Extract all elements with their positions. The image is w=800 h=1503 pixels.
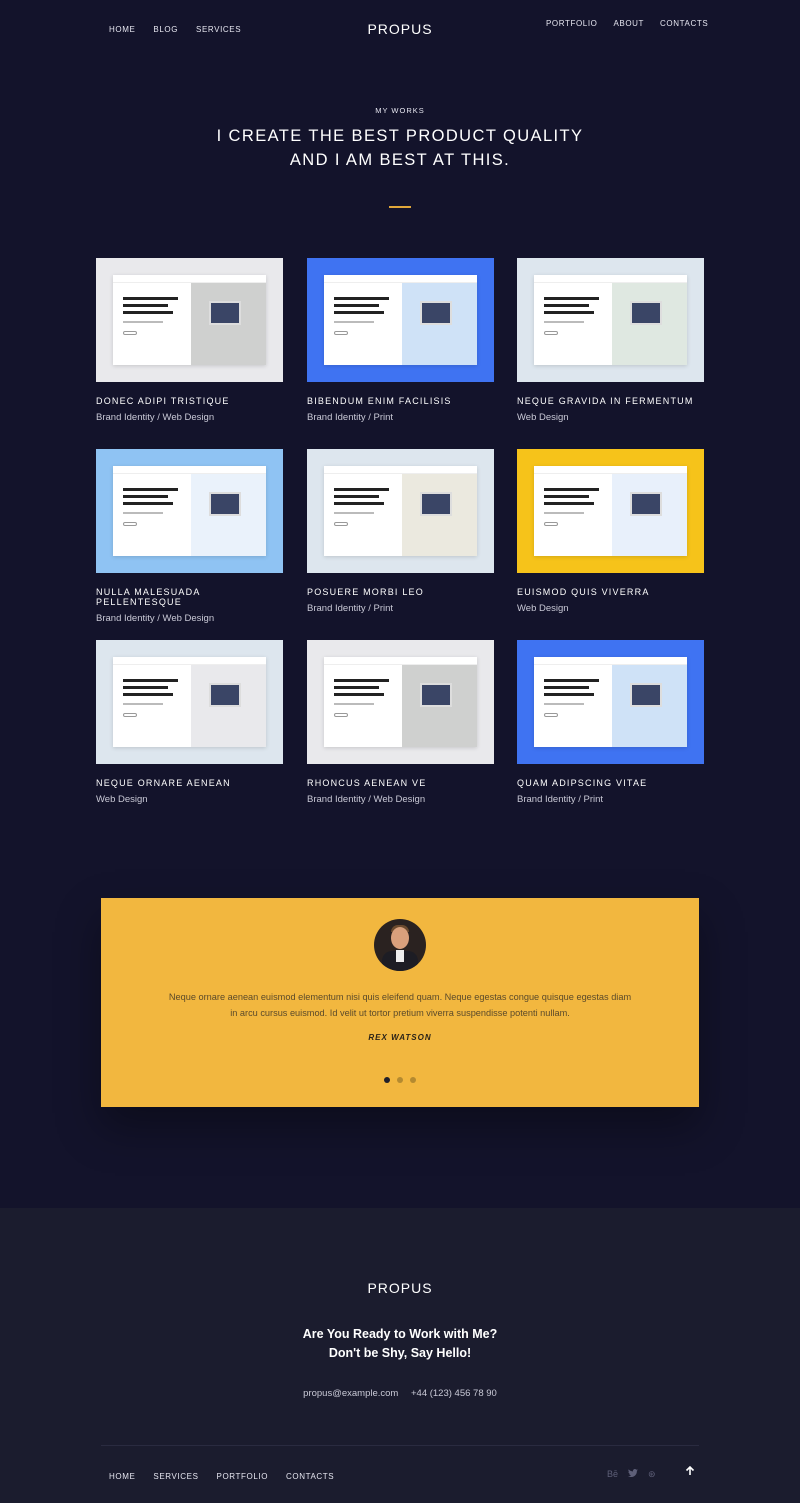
portfolio-title[interactable]: NEQUE GRAVIDA IN FERMENTUM (517, 396, 704, 406)
portfolio-thumbnail[interactable] (517, 449, 704, 573)
carousel-dot[interactable] (384, 1077, 390, 1083)
behance-icon[interactable]: Bē (607, 1469, 618, 1480)
cta-line-2: Don't be Shy, Say Hello! (328, 1346, 472, 1360)
website-mockup (324, 275, 477, 365)
nav-portfolio[interactable]: PORTFOLIO (546, 19, 597, 28)
social-links: Bē ⊛ (607, 1469, 656, 1480)
back-to-top-icon[interactable] (683, 1465, 697, 1480)
website-mockup (534, 275, 687, 365)
portfolio-category: Brand Identity / Web Design (96, 613, 215, 624)
portfolio-item[interactable]: EUISMOD QUIS VIVERRA Web Design (517, 449, 704, 614)
portfolio-category: Brand Identity / Print (307, 603, 394, 614)
portfolio-thumbnail[interactable] (96, 640, 283, 764)
portfolio-item[interactable]: DONEC ADIPI TRISTIQUE Brand Identity / We… (96, 258, 283, 423)
avatar (374, 919, 426, 971)
portfolio-category: Web Design (517, 603, 569, 614)
site-header: HOME BLOG SERVICES PROPUS PORTFOLIO ABOU… (0, 0, 800, 60)
website-mockup (113, 275, 266, 365)
footer-contact: propus@example.com +44 (123) 456 78 90 (0, 1388, 800, 1399)
portfolio-title[interactable]: DONEC ADIPI TRISTIQUE (96, 396, 283, 406)
portfolio-title[interactable]: NEQUE ORNARE AENEAN (96, 778, 283, 788)
portfolio-thumbnail[interactable] (307, 640, 494, 764)
portfolio-item[interactable]: RHONCUS AENEAN VE Brand Identity / Web De… (307, 640, 494, 805)
carousel-dot[interactable] (397, 1077, 403, 1083)
portfolio-thumbnail[interactable] (307, 449, 494, 573)
nav-about[interactable]: ABOUT (613, 19, 644, 28)
portfolio-title[interactable]: POSUERE MORBI LEO (307, 587, 494, 597)
cta-line-1: Are You Ready to Work with Me? (302, 1327, 498, 1341)
portfolio-category: Web Design (96, 794, 148, 805)
nav-contacts[interactable]: CONTACTS (660, 19, 708, 28)
portfolio-item[interactable]: NEQUE ORNARE AENEAN Web Design (96, 640, 283, 805)
section-eyebrow: MY WORKS (375, 106, 425, 115)
testimonial-author: REX WATSON (368, 1033, 432, 1042)
footer-cta: Are You Ready to Work with Me? Don't be … (0, 1325, 800, 1363)
header-nav-right: PORTFOLIO ABOUT CONTACTS (546, 19, 724, 28)
portfolio-thumbnail[interactable] (517, 258, 704, 382)
footer-phone[interactable]: +44 (123) 456 78 90 (411, 1388, 497, 1399)
portfolio-category: Brand Identity / Web Design (96, 412, 215, 423)
testimonial-quote: Neque ornare aenean euismod elementum ni… (168, 992, 632, 1018)
portfolio-title[interactable]: EUISMOD QUIS VIVERRA (517, 587, 704, 597)
portfolio-title[interactable]: BIBENDUM ENIM FACILISIS (307, 396, 494, 406)
portfolio-title[interactable]: RHONCUS AENEAN VE (307, 778, 494, 788)
twitter-icon[interactable] (628, 1469, 639, 1480)
footer-nav-services[interactable]: SERVICES (153, 1472, 198, 1481)
site-footer: PROPUS Are You Ready to Work with Me? Do… (0, 1208, 800, 1503)
footer-nav-portfolio[interactable]: PORTFOLIO (217, 1472, 268, 1481)
website-mockup (534, 466, 687, 556)
dribbble-icon[interactable]: ⊛ (648, 1469, 656, 1480)
website-mockup (113, 657, 266, 747)
portfolio-item[interactable]: NULLA MALESUADA PELLENTESQUE Brand Identi… (96, 449, 283, 624)
footer-divider (101, 1445, 699, 1446)
footer-nav-contacts[interactable]: CONTACTS (286, 1472, 334, 1481)
portfolio-thumbnail[interactable] (96, 258, 283, 382)
section-headline: I CREATE THE BEST PRODUCT QUALITY AND I … (0, 124, 800, 172)
footer-logo[interactable]: PROPUS (0, 1280, 800, 1296)
portfolio-item[interactable]: BIBENDUM ENIM FACILISIS Brand Identity / … (307, 258, 494, 423)
portfolio-thumbnail[interactable] (517, 640, 704, 764)
portfolio-item[interactable]: NEQUE GRAVIDA IN FERMENTUM Web Design (517, 258, 704, 423)
portfolio-thumbnail[interactable] (96, 449, 283, 573)
portfolio-title[interactable]: NULLA MALESUADA PELLENTESQUE (96, 587, 283, 607)
carousel-dot[interactable] (410, 1077, 416, 1083)
footer-email[interactable]: propus@example.com (303, 1388, 398, 1399)
headline-line-2: AND I AM BEST AT THIS. (289, 151, 511, 169)
portfolio-item[interactable]: POSUERE MORBI LEO Brand Identity / Print (307, 449, 494, 614)
portfolio-category: Brand Identity / Web Design (307, 794, 426, 805)
portfolio-category: Web Design (517, 412, 569, 423)
portfolio-title[interactable]: QUAM ADIPSCING VITAE (517, 778, 704, 788)
website-mockup (324, 657, 477, 747)
footer-nav-home[interactable]: HOME (109, 1472, 135, 1481)
portfolio-category: Brand Identity / Print (307, 412, 394, 423)
portfolio-item[interactable]: QUAM ADIPSCING VITAE Brand Identity / Pri… (517, 640, 704, 805)
headline-line-1: I CREATE THE BEST PRODUCT QUALITY (216, 127, 584, 145)
portfolio-category: Brand Identity / Print (517, 794, 604, 805)
footer-nav: HOME SERVICES PORTFOLIO CONTACTS (109, 1472, 352, 1481)
website-mockup (113, 466, 266, 556)
testimonial-card: Neque ornare aenean euismod elementum ni… (101, 898, 699, 1107)
website-mockup (324, 466, 477, 556)
website-mockup (534, 657, 687, 747)
portfolio-thumbnail[interactable] (307, 258, 494, 382)
divider (389, 206, 411, 208)
carousel-dots (384, 1077, 416, 1083)
